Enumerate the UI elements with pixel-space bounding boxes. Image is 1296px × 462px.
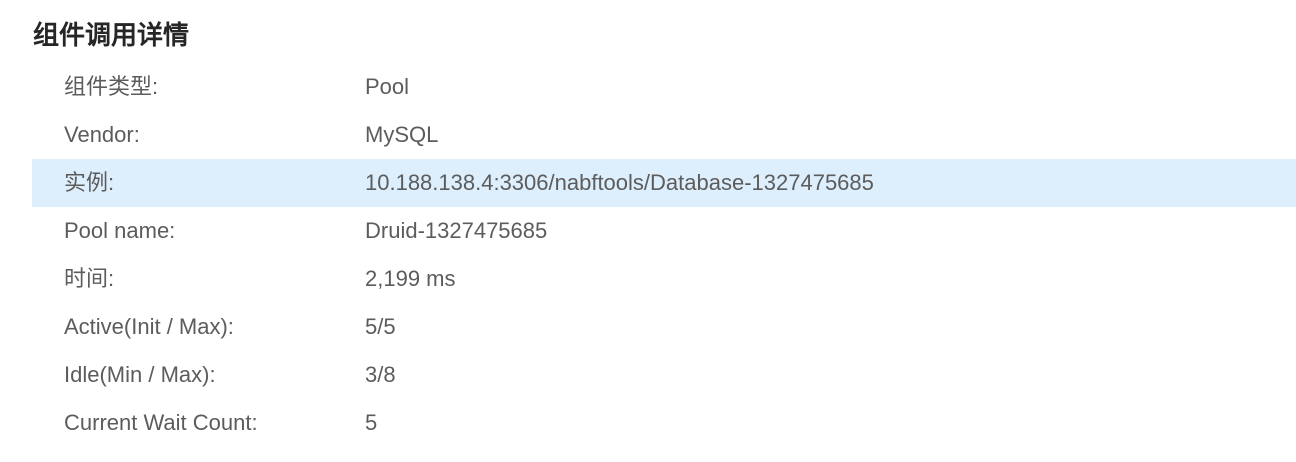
vendor-value: MySQL	[365, 122, 439, 147]
section-title: 组件调用详情	[33, 20, 190, 50]
instance-value: 10.188.138.4:3306/nabftools/Database-132…	[365, 170, 874, 195]
detail-row-time: 时间: 2,199 ms	[32, 255, 1296, 303]
pool-name-label: Pool name:	[64, 218, 176, 243]
detail-row-active: Active(Init / Max): 5/5	[32, 303, 1296, 351]
detail-row-idle: Idle(Min / Max): 3/8	[32, 351, 1296, 399]
detail-row-component-type: 组件类型: Pool	[32, 63, 1296, 111]
current-wait-count-label: Current Wait Count:	[64, 410, 258, 435]
active-label: Active(Init / Max):	[64, 314, 234, 339]
vendor-label: Vendor:	[64, 122, 140, 147]
time-value: 2,199 ms	[365, 266, 456, 291]
active-value: 5/5	[365, 314, 396, 339]
detail-row-pool-name: Pool name: Druid-1327475685	[32, 207, 1296, 255]
detail-row-current-wait-count: Current Wait Count: 5	[32, 399, 1296, 447]
pool-name-value: Druid-1327475685	[365, 218, 548, 243]
idle-label: Idle(Min / Max):	[64, 362, 216, 387]
component-type-label: 组件类型:	[64, 74, 159, 99]
detail-row-instance[interactable]: 实例: 10.188.138.4:3306/nabftools/Database…	[32, 159, 1296, 207]
component-type-value: Pool	[365, 74, 410, 99]
detail-list: 组件类型: Pool Vendor: MySQL 实例: 10.188.138.…	[32, 63, 1296, 447]
instance-label: 实例:	[64, 170, 115, 195]
idle-value: 3/8	[365, 362, 396, 387]
current-wait-count-value: 5	[365, 410, 378, 435]
time-label: 时间:	[64, 266, 115, 291]
detail-row-vendor: Vendor: MySQL	[32, 111, 1296, 159]
component-call-details-panel: 组件调用详情 组件类型: Pool Vendor: MySQL 实例: 10.1…	[0, 0, 1296, 462]
